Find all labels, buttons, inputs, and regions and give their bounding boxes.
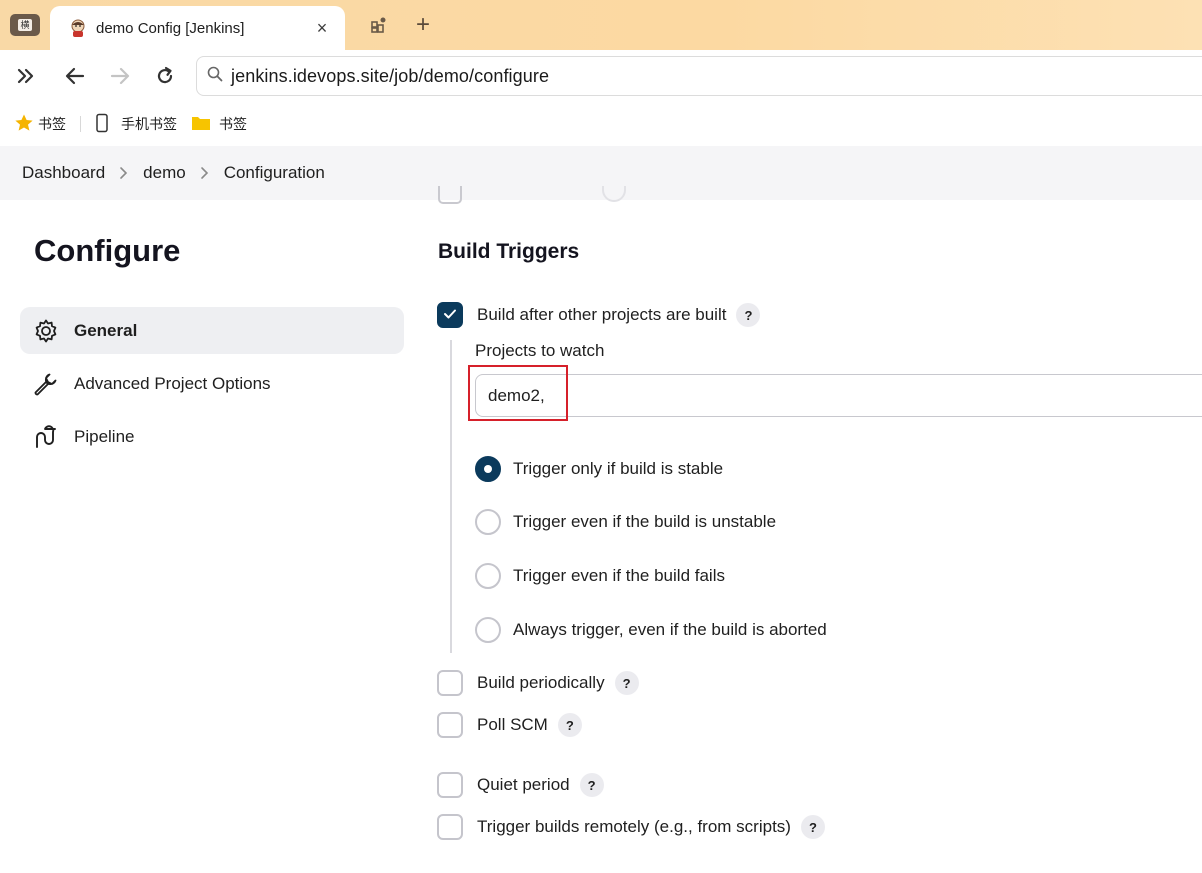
radio-trigger-unstable[interactable]: Trigger even if the build is unstable: [475, 509, 776, 535]
build-after-other-projects-row: Build after other projects are built ?: [437, 302, 761, 328]
tab-title: demo Config [Jenkins]: [96, 19, 245, 37]
sidebar-toggle-icon[interactable]: [12, 62, 40, 90]
search-icon: [207, 66, 223, 87]
quiet-period-label: Quiet period: [477, 775, 570, 794]
chevron-right-icon: [200, 166, 210, 180]
breadcrumb-configuration[interactable]: Configuration: [224, 163, 325, 183]
bookmark-item[interactable]: 书签: [14, 113, 66, 136]
tab-group-label: 横: [18, 19, 32, 31]
radio-label: Trigger even if the build fails: [513, 566, 725, 585]
build-after-checkbox[interactable]: [437, 302, 463, 328]
tab-group-button[interactable]: 横: [10, 14, 40, 36]
bookmark-divider: [80, 116, 81, 132]
bookmarks-bar: 书签 手机书签 书签: [0, 102, 1202, 146]
sidebar-item-advanced-project-options[interactable]: Advanced Project Options: [20, 360, 404, 407]
poll-scm-checkbox[interactable]: [437, 712, 463, 738]
build-periodically-label: Build periodically: [477, 673, 605, 692]
radio-label: Always trigger, even if the build is abo…: [513, 620, 827, 639]
radio-button[interactable]: [475, 617, 501, 643]
quiet-period-checkbox[interactable]: [437, 772, 463, 798]
address-bar[interactable]: jenkins.idevops.site/job/demo/configure: [196, 56, 1202, 96]
tab-search-icon[interactable]: [368, 14, 390, 36]
section-title-build-triggers: Build Triggers: [438, 240, 580, 263]
folder-icon: [191, 114, 211, 135]
bookmark-item[interactable]: 手机书签: [95, 113, 177, 136]
bookmark-label: 书签: [219, 116, 247, 132]
build-periodically-row: Build periodically ?: [437, 670, 639, 696]
clipped-checkbox: [438, 186, 462, 204]
gear-icon: [33, 318, 59, 344]
build-after-label: Build after other projects are built: [477, 305, 727, 324]
forward-arrow-icon[interactable]: [106, 62, 134, 90]
sidebar-item-label: General: [74, 320, 138, 340]
new-tab-button[interactable]: +: [412, 11, 434, 38]
sidebar-item-general[interactable]: General: [20, 307, 404, 354]
sidebar-item-label: Advanced Project Options: [74, 373, 271, 393]
breadcrumb-dashboard[interactable]: Dashboard: [22, 163, 105, 183]
projects-to-watch-input[interactable]: [475, 374, 1202, 417]
pipeline-icon: [33, 424, 59, 450]
chevron-right-icon: [119, 166, 129, 180]
active-tab[interactable]: demo Config [Jenkins] ×: [50, 6, 345, 50]
radio-trigger-stable[interactable]: Trigger only if build is stable: [475, 456, 723, 482]
url-text: jenkins.idevops.site/job/demo/configure: [231, 65, 550, 86]
page-title: Configure: [34, 233, 181, 268]
radio-always-trigger[interactable]: Always trigger, even if the build is abo…: [475, 617, 827, 643]
poll-scm-row: Poll SCM ?: [437, 712, 582, 738]
browser-tab-strip: 横 demo Config [Jenkins] × +: [0, 0, 1202, 50]
radio-button[interactable]: [475, 563, 501, 589]
help-icon[interactable]: ?: [800, 815, 825, 839]
star-icon: [14, 113, 34, 136]
bookmark-label: 手机书签: [121, 116, 177, 132]
trigger-builds-remotely-checkbox[interactable]: [437, 814, 463, 840]
radio-button[interactable]: [475, 509, 501, 535]
quiet-period-row: Quiet period ?: [437, 772, 604, 798]
radio-label: Trigger even if the build is unstable: [513, 512, 777, 531]
trigger-builds-remotely-row: Trigger builds remotely (e.g., from scri…: [437, 814, 825, 840]
phone-icon: [95, 113, 109, 136]
jenkins-favicon-icon: [68, 18, 88, 38]
breadcrumb: Dashboard demo Configuration: [0, 146, 1202, 200]
sidebar-item-pipeline[interactable]: Pipeline: [20, 413, 404, 460]
back-arrow-icon[interactable]: [61, 62, 89, 90]
poll-scm-label: Poll SCM: [477, 715, 548, 734]
sidebar-item-label: Pipeline: [74, 426, 135, 446]
radio-label: Trigger only if build is stable: [513, 459, 724, 478]
browser-toolbar: jenkins.idevops.site/job/demo/configure: [0, 50, 1202, 102]
trigger-builds-remotely-label: Trigger builds remotely (e.g., from scri…: [477, 817, 791, 836]
help-icon[interactable]: ?: [557, 713, 582, 737]
breadcrumb-demo[interactable]: demo: [143, 163, 186, 183]
projects-to-watch-label: Projects to watch: [475, 341, 605, 360]
wrench-icon: [33, 371, 59, 397]
build-periodically-checkbox[interactable]: [437, 670, 463, 696]
help-icon[interactable]: ?: [614, 671, 639, 695]
bookmark-item[interactable]: 书签: [191, 114, 247, 135]
bookmark-label: 书签: [38, 116, 66, 132]
nested-section-divider: [450, 340, 452, 653]
radio-button[interactable]: [475, 456, 501, 482]
checkmark-icon: [443, 305, 457, 325]
help-icon[interactable]: ?: [579, 773, 604, 797]
radio-trigger-fails[interactable]: Trigger even if the build fails: [475, 563, 725, 589]
help-icon[interactable]: ?: [736, 303, 761, 327]
reload-icon[interactable]: [151, 62, 179, 90]
tab-close-icon[interactable]: ×: [313, 18, 331, 39]
